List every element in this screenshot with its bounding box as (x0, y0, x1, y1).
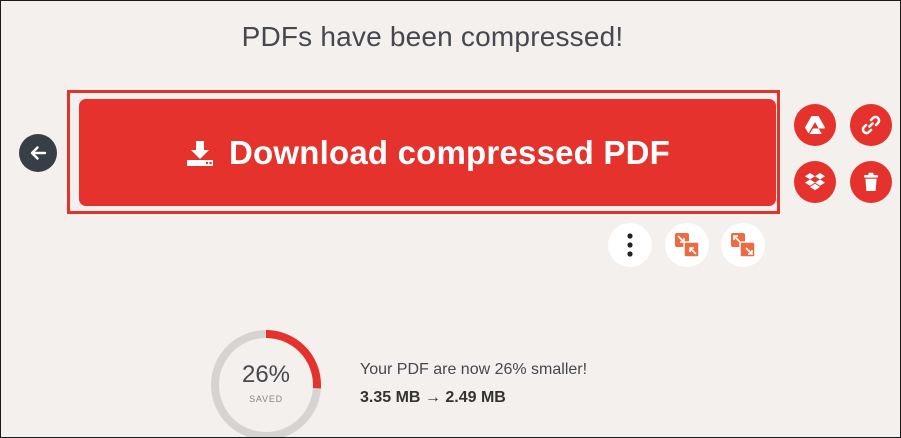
share-link-button[interactable] (850, 104, 892, 146)
more-options-button[interactable] (608, 223, 652, 267)
more-vertical-icon (627, 233, 633, 257)
download-compressed-pdf-button[interactable]: Download compressed PDF (79, 99, 776, 206)
page-frame: PDFs have been compressed! Download comp… (0, 0, 901, 438)
result-message: Your PDF are now 26% smaller! (360, 361, 588, 378)
delete-button[interactable] (850, 161, 892, 203)
size-arrow: → (424, 389, 441, 406)
download-icon (186, 140, 213, 166)
expand-button[interactable] (721, 223, 765, 267)
google-drive-icon (805, 116, 825, 134)
download-button-label: Download compressed PDF (228, 133, 670, 171)
save-to-google-drive-button[interactable] (794, 104, 836, 146)
save-to-dropbox-button[interactable] (794, 161, 836, 203)
compress-again-button[interactable] (665, 223, 709, 267)
link-icon (861, 115, 881, 135)
size-comparison: 3.35 MB → 2.49 MB (360, 389, 506, 407)
expand-icon (731, 233, 756, 258)
size-after: 2.49 MB (445, 389, 506, 406)
compress-icon (675, 233, 700, 258)
size-before: 3.35 MB (360, 389, 421, 406)
back-button[interactable] (19, 134, 57, 172)
dropbox-icon (805, 173, 825, 191)
arrow-left-icon (30, 146, 47, 160)
savings-percent: 26% (241, 361, 291, 388)
trash-icon (864, 172, 878, 191)
saved-label: SAVED (249, 394, 283, 404)
page-title: PDFs have been compressed! (241, 21, 624, 52)
